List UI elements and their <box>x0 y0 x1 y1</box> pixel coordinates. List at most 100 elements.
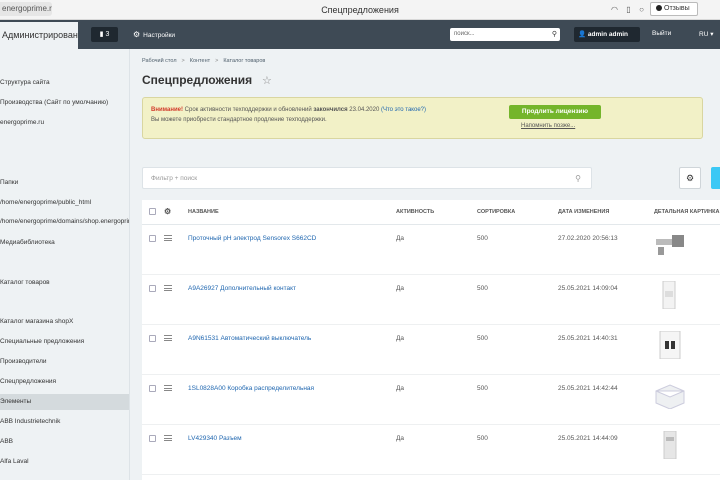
search-input[interactable]: поиск... ⚲ <box>450 28 560 41</box>
language-selector[interactable]: RU ▾ <box>699 30 713 38</box>
profile-icon[interactable]: ○ <box>637 5 646 14</box>
row-thumbnail-image[interactable] <box>654 280 686 310</box>
bookmark-icon[interactable]: ▯ <box>624 5 633 14</box>
row-sort: 500 <box>477 235 488 242</box>
column-name[interactable]: НАЗВАНИЕ <box>188 209 219 215</box>
grid-settings-button[interactable]: ⚙ <box>679 167 701 189</box>
remind-later-link[interactable]: Напомнить позже... <box>521 123 575 129</box>
breadcrumb-content[interactable]: Контент <box>190 58 210 64</box>
search-icon: ⚲ <box>551 31 557 38</box>
sidebar-item[interactable]: Папки <box>0 175 129 191</box>
user-menu[interactable]: 👤 admin admin <box>574 27 640 42</box>
row-date: 27.02.2020 20:56:13 <box>558 235 618 242</box>
row-menu-icon[interactable] <box>164 385 172 391</box>
add-button[interactable] <box>711 167 720 189</box>
filter-search-input[interactable]: Фильтр + поиск ⚲ <box>142 167 592 189</box>
sidebar-item[interactable]: Специальные предложения <box>0 334 129 350</box>
table-row[interactable]: A9A26927 Дополнительный контакт Да 500 25.0… <box>142 275 720 325</box>
row-checkbox[interactable] <box>149 335 156 342</box>
row-thumbnail-image[interactable] <box>654 231 686 259</box>
sidebar-item[interactable]: Медиабиблиотека <box>0 235 129 251</box>
headphones-icon[interactable]: ◠ <box>610 5 619 14</box>
row-name-link[interactable]: A9N61531 Автоматический выключатель <box>188 335 311 342</box>
page-title: Спецпредложения <box>142 73 253 87</box>
row-name-link[interactable]: Проточный pH электрод Sensorex S662CD <box>188 235 316 242</box>
sidebar-item[interactable]: Производства (Сайт по умолчанию) <box>0 95 129 111</box>
sidebar-item[interactable]: Каталог магазина shopX <box>0 314 129 330</box>
sidebar-item[interactable]: /home/energoprime/domains/shop.energopri… <box>0 214 129 230</box>
row-name-link[interactable]: A9A26927 Дополнительный контакт <box>188 285 296 292</box>
row-menu-icon[interactable] <box>164 285 172 291</box>
column-active[interactable]: АКТИВНОСТЬ <box>396 209 434 215</box>
admin-header: Администрирование ▮ 3 ⚙Настройки поиск..… <box>0 20 720 49</box>
row-sort: 500 <box>477 385 488 392</box>
sidebar-item[interactable]: Каталог товаров <box>0 275 129 291</box>
column-detail-picture[interactable]: ДЕТАЛЬНАЯ КАРТИНКА <box>654 209 719 215</box>
search-icon: ⚲ <box>575 174 581 183</box>
row-menu-icon[interactable] <box>164 335 172 341</box>
row-checkbox[interactable] <box>149 435 156 442</box>
notifications-button[interactable]: ▮ 3 <box>91 27 118 42</box>
row-active: Да <box>396 335 405 342</box>
sidebar-item[interactable]: Элементы <box>0 394 129 410</box>
row-sort: 500 <box>477 335 488 342</box>
reviews-icon <box>656 5 662 11</box>
administration-tab[interactable]: Администрирование <box>0 22 78 49</box>
gear-icon: ⚙ <box>685 173 695 183</box>
row-date: 25.05.2021 14:40:31 <box>558 335 618 342</box>
row-active: Да <box>396 235 405 242</box>
table-header: ⚙ НАЗВАНИЕ АКТИВНОСТЬ СОРТИРОВКА ДАТА ИЗ… <box>142 200 720 225</box>
table-row[interactable]: LV429340 Разъем Да 500 25.05.2021 14:44:09 <box>142 425 720 475</box>
user-icon: 👤 <box>578 31 588 38</box>
sidebar-item[interactable]: ABB Industrietechnik <box>0 414 129 430</box>
sidebar-item[interactable]: energoprime.ru <box>0 115 129 131</box>
reviews-button[interactable]: Отзывы <box>650 2 698 16</box>
logout-link[interactable]: Выйти <box>652 30 671 37</box>
breadcrumb: Рабочий стол > Контент > Каталог товаров <box>142 58 266 64</box>
row-date: 25.05.2021 14:09:04 <box>558 285 618 292</box>
gear-icon: ⚙ <box>133 30 141 39</box>
row-active: Да <box>396 435 405 442</box>
sidebar-item[interactable]: Alfa Laval <box>0 454 129 470</box>
table-row[interactable]: 1SL0828A00 Коробка распределительная Да 50… <box>142 375 720 425</box>
row-date: 25.05.2021 14:44:09 <box>558 435 618 442</box>
license-notice: Внимание! Срок активности техподдержки и… <box>142 97 703 139</box>
renew-license-button[interactable]: Продлить лицензию <box>509 105 601 119</box>
elements-table: ⚙ НАЗВАНИЕ АКТИВНОСТЬ СОРТИРОВКА ДАТА ИЗ… <box>142 200 720 480</box>
sidebar-item[interactable]: /home/energoprime/public_html <box>0 195 129 211</box>
row-thumbnail-image[interactable] <box>654 430 686 460</box>
notice-line-2: Вы можете приобрести стандартное продлен… <box>151 117 327 123</box>
select-all-checkbox[interactable] <box>149 208 156 215</box>
table-row[interactable]: A9N61531 Автоматический выключатель Да 500… <box>142 325 720 375</box>
row-menu-icon[interactable] <box>164 435 172 441</box>
row-name-link[interactable]: 1SL0828A00 Коробка распределительная <box>188 385 314 392</box>
row-active: Да <box>396 385 405 392</box>
breadcrumb-desktop[interactable]: Рабочий стол <box>142 58 177 64</box>
row-menu-icon[interactable] <box>164 235 172 241</box>
column-sort[interactable]: СОРТИРОВКА <box>477 209 515 215</box>
sidebar-item[interactable]: Производители <box>0 354 129 370</box>
settings-link[interactable]: ⚙ Настройки <box>133 30 175 39</box>
favorite-star-icon[interactable]: ☆ <box>262 74 272 87</box>
row-thumbnail-image[interactable] <box>654 381 686 410</box>
breadcrumb-catalog[interactable]: Каталог товаров <box>223 58 265 64</box>
column-date[interactable]: ДАТА ИЗМЕНЕНИЯ <box>558 209 609 215</box>
row-active: Да <box>396 285 405 292</box>
sidebar-item[interactable]: Структура сайта <box>0 75 129 91</box>
column-settings-gear-icon[interactable]: ⚙ <box>164 207 171 216</box>
row-checkbox[interactable] <box>149 235 156 242</box>
row-sort: 500 <box>477 435 488 442</box>
notice-line-1: Внимание! Срок активности техподдержки и… <box>151 107 426 113</box>
sidebar: Структура сайта Производства (Сайт по умо… <box>0 49 130 480</box>
row-checkbox[interactable] <box>149 285 156 292</box>
row-name-link[interactable]: LV429340 Разъем <box>188 435 242 442</box>
what-is-this-link[interactable]: (Что это такое?) <box>381 107 426 113</box>
row-date: 25.05.2021 14:42:44 <box>558 385 618 392</box>
browser-bar: energoprime.ru Спецпредложения ◠ ▯ ○ Отз… <box>0 0 720 20</box>
row-checkbox[interactable] <box>149 385 156 392</box>
row-sort: 500 <box>477 285 488 292</box>
sidebar-item[interactable]: ABB <box>0 434 129 450</box>
row-thumbnail-image[interactable] <box>654 330 686 360</box>
table-row[interactable]: Проточный pH электрод Sensorex S662CD Да 5… <box>142 225 720 275</box>
sidebar-item[interactable]: Спецпредложения <box>0 374 129 390</box>
